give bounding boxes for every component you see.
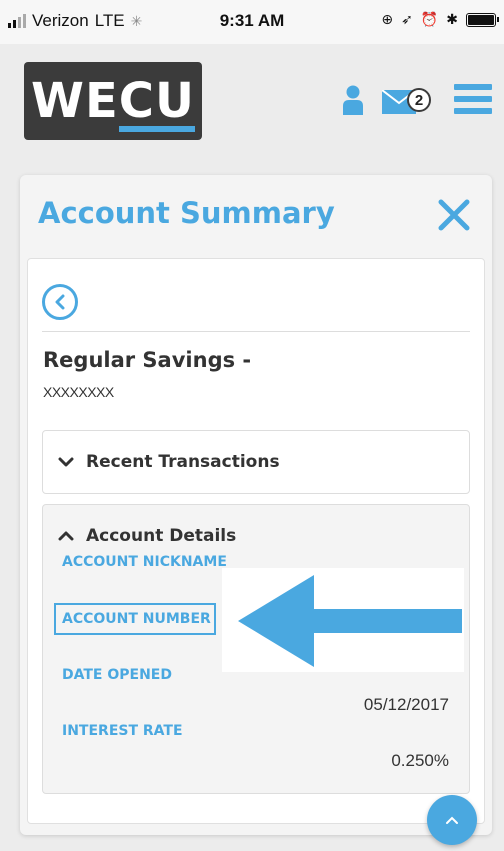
wecu-logo[interactable]: WE CU: [24, 62, 202, 140]
status-bar: Verizon LTE ✳ 9:31 AM ⊕ ➶ ⏰ ✱: [0, 0, 504, 44]
alarm-icon: ⏰: [420, 11, 439, 27]
lock-rotation-icon: ⊕: [381, 11, 394, 27]
scroll-top-button[interactable]: [427, 795, 477, 845]
annotation-arrow-icon: [238, 575, 462, 667]
account-number-masked: XXXXXXXX: [43, 384, 114, 400]
interest-rate-value: 0.250%: [391, 751, 449, 770]
divider: [42, 331, 470, 332]
account-number-label: ACCOUNT NUMBER: [62, 611, 211, 627]
back-button[interactable]: [42, 284, 78, 320]
recent-transactions-label: Recent Transactions: [86, 452, 280, 472]
account-details-label: Account Details: [86, 526, 237, 546]
date-opened-value: 05/12/2017: [363, 695, 449, 714]
logo-cu: CU: [118, 73, 196, 132]
mail-badge[interactable]: 2: [407, 88, 431, 112]
location-icon: ➶: [401, 11, 413, 27]
logo-we: WE: [31, 73, 119, 129]
recent-transactions-toggle[interactable]: Recent Transactions: [58, 452, 280, 472]
account-nickname-label: ACCOUNT NICKNAME: [62, 554, 227, 570]
battery-icon: [466, 12, 499, 27]
account-name: Regular Savings -: [43, 348, 252, 372]
account-details-toggle[interactable]: Account Details: [58, 526, 236, 546]
date-opened-label: DATE OPENED: [62, 667, 172, 683]
chevron-down-icon: [58, 457, 74, 467]
page-title: Account Summary: [38, 196, 335, 230]
status-right: ⊕ ➶ ⏰ ✱: [381, 11, 499, 28]
menu-icon[interactable]: [454, 84, 492, 118]
user-icon[interactable]: [342, 85, 364, 115]
chevron-up-icon: [58, 531, 74, 541]
close-icon[interactable]: [437, 198, 471, 232]
scroll-top-icon: [446, 816, 458, 824]
bluetooth-icon: ✱: [446, 11, 458, 27]
interest-rate-label: INTEREST RATE: [62, 723, 183, 739]
back-arrow-icon: [55, 294, 65, 310]
